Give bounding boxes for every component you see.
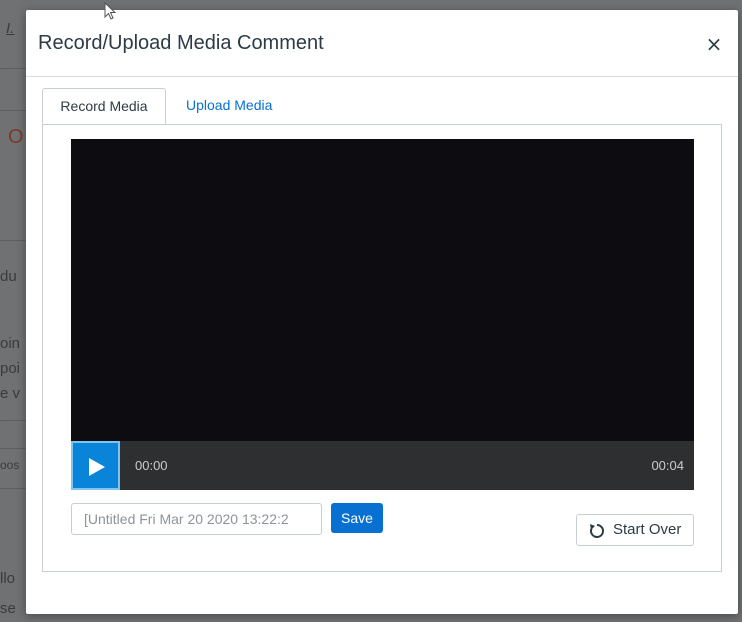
start-over-button[interactable]: Start Over [576, 514, 694, 546]
video-preview[interactable] [71, 139, 694, 441]
background-divider [0, 110, 26, 111]
background-divider [0, 420, 26, 421]
duration-time: 00:04 [651, 458, 684, 473]
media-comment-dialog: Record/Upload Media Comment × Record Med… [26, 10, 738, 614]
background-divider [0, 488, 26, 489]
background-divider [0, 240, 26, 241]
player-controls: 00:00 00:04 [71, 441, 694, 490]
dialog-title: Record/Upload Media Comment [38, 32, 324, 54]
mouse-cursor-icon [104, 2, 117, 20]
play-icon [89, 458, 105, 476]
current-time: 00:00 [135, 458, 168, 473]
tab-record-media[interactable]: Record Media [42, 88, 166, 124]
background-divider [0, 448, 26, 449]
media-title-input[interactable] [71, 503, 322, 535]
close-icon[interactable]: × [704, 34, 724, 54]
start-over-label: Start Over [613, 521, 682, 538]
media-tabs: Record Media Upload Media [42, 88, 722, 124]
dialog-header: Record/Upload Media Comment × [26, 10, 738, 77]
refresh-icon [588, 522, 606, 544]
save-button[interactable]: Save [331, 503, 383, 533]
tab-upload-media[interactable]: Upload Media [170, 88, 288, 124]
play-button[interactable] [71, 441, 120, 490]
background-divider [0, 68, 26, 69]
